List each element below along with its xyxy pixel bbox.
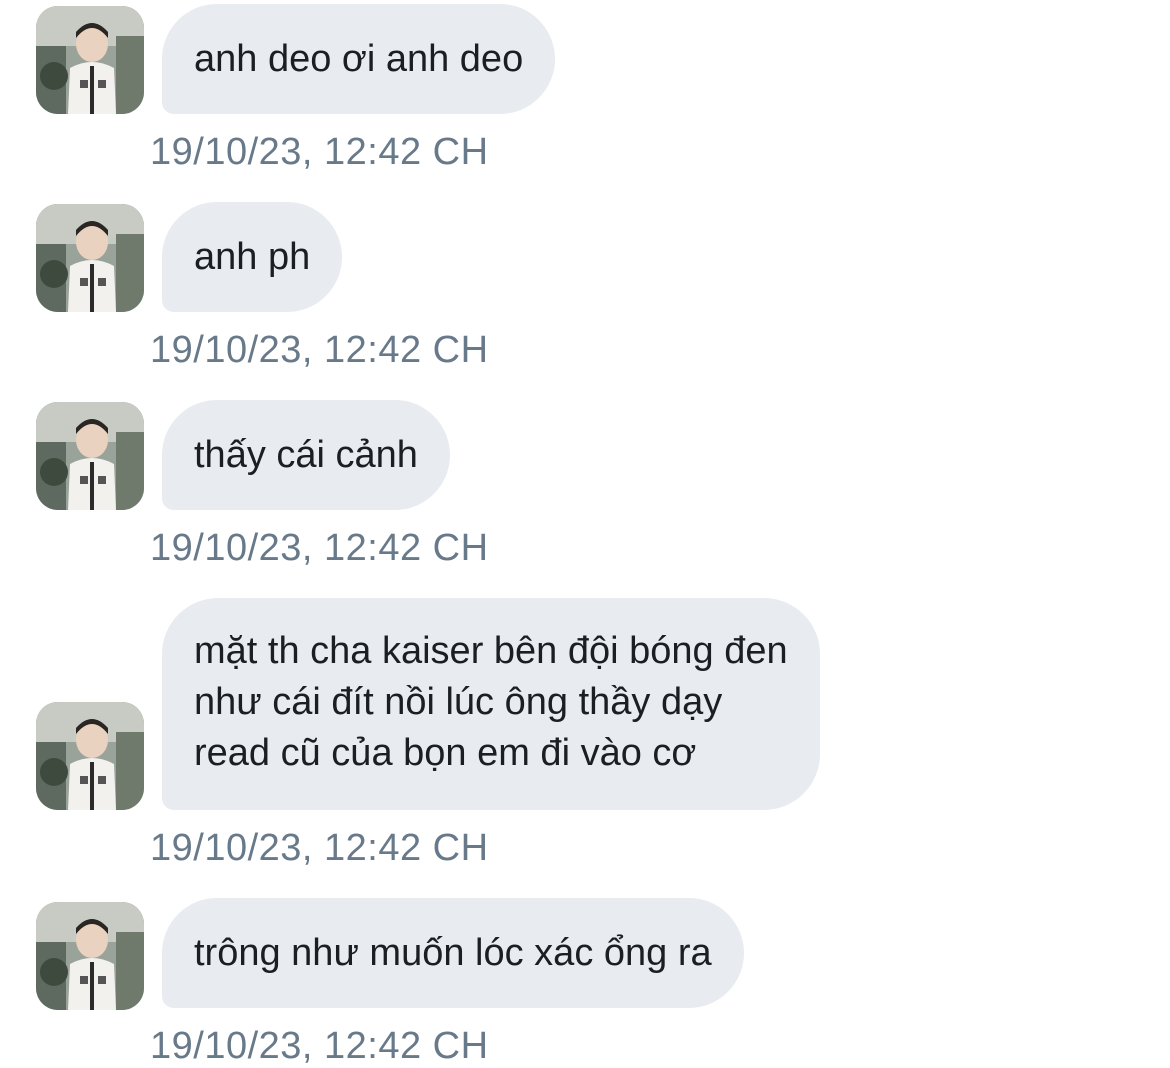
message-bubble[interactable]: trông như muốn lóc xác ổng ra [162,898,744,1008]
avatar[interactable] [36,702,144,810]
avatar[interactable] [36,6,144,114]
avatar[interactable] [36,402,144,510]
message-text: thấy cái cảnh [194,434,418,476]
message-bubble[interactable]: mặt th cha kaiser bên đội bóng đen như c… [162,598,820,810]
message-text-line: như cái đít nồi lúc ông thầy dạy [194,681,723,723]
avatar[interactable] [36,204,144,312]
avatar-photo-icon [36,204,144,312]
avatar-photo-icon [36,702,144,810]
message-timestamp: 19/10/23, 12:42 CH [150,329,489,371]
message-timestamp: 19/10/23, 12:42 CH [150,1025,489,1067]
message-timestamp: 19/10/23, 12:42 CH [150,131,489,173]
message-bubble[interactable]: anh ph [162,202,343,312]
message-text: anh ph [194,236,311,278]
message-text: trông như muốn lóc xác ổng ra [194,932,712,974]
avatar-photo-icon [36,402,144,510]
message-text-line: read cũ của bọn em đi vào cơ [194,732,697,774]
message-timestamp: 19/10/23, 12:42 CH [150,827,489,869]
message-bubble[interactable]: anh deo ơi anh deo [162,4,556,114]
avatar-photo-icon [36,902,144,1010]
message-timestamp: 19/10/23, 12:42 CH [150,527,489,569]
message-bubble[interactable]: thấy cái cảnh [162,400,450,510]
avatar[interactable] [36,902,144,1010]
message-text-line: mặt th cha kaiser bên đội bóng đen [194,630,788,672]
message-text: anh deo ơi anh deo [194,38,524,80]
avatar-photo-icon [36,6,144,114]
